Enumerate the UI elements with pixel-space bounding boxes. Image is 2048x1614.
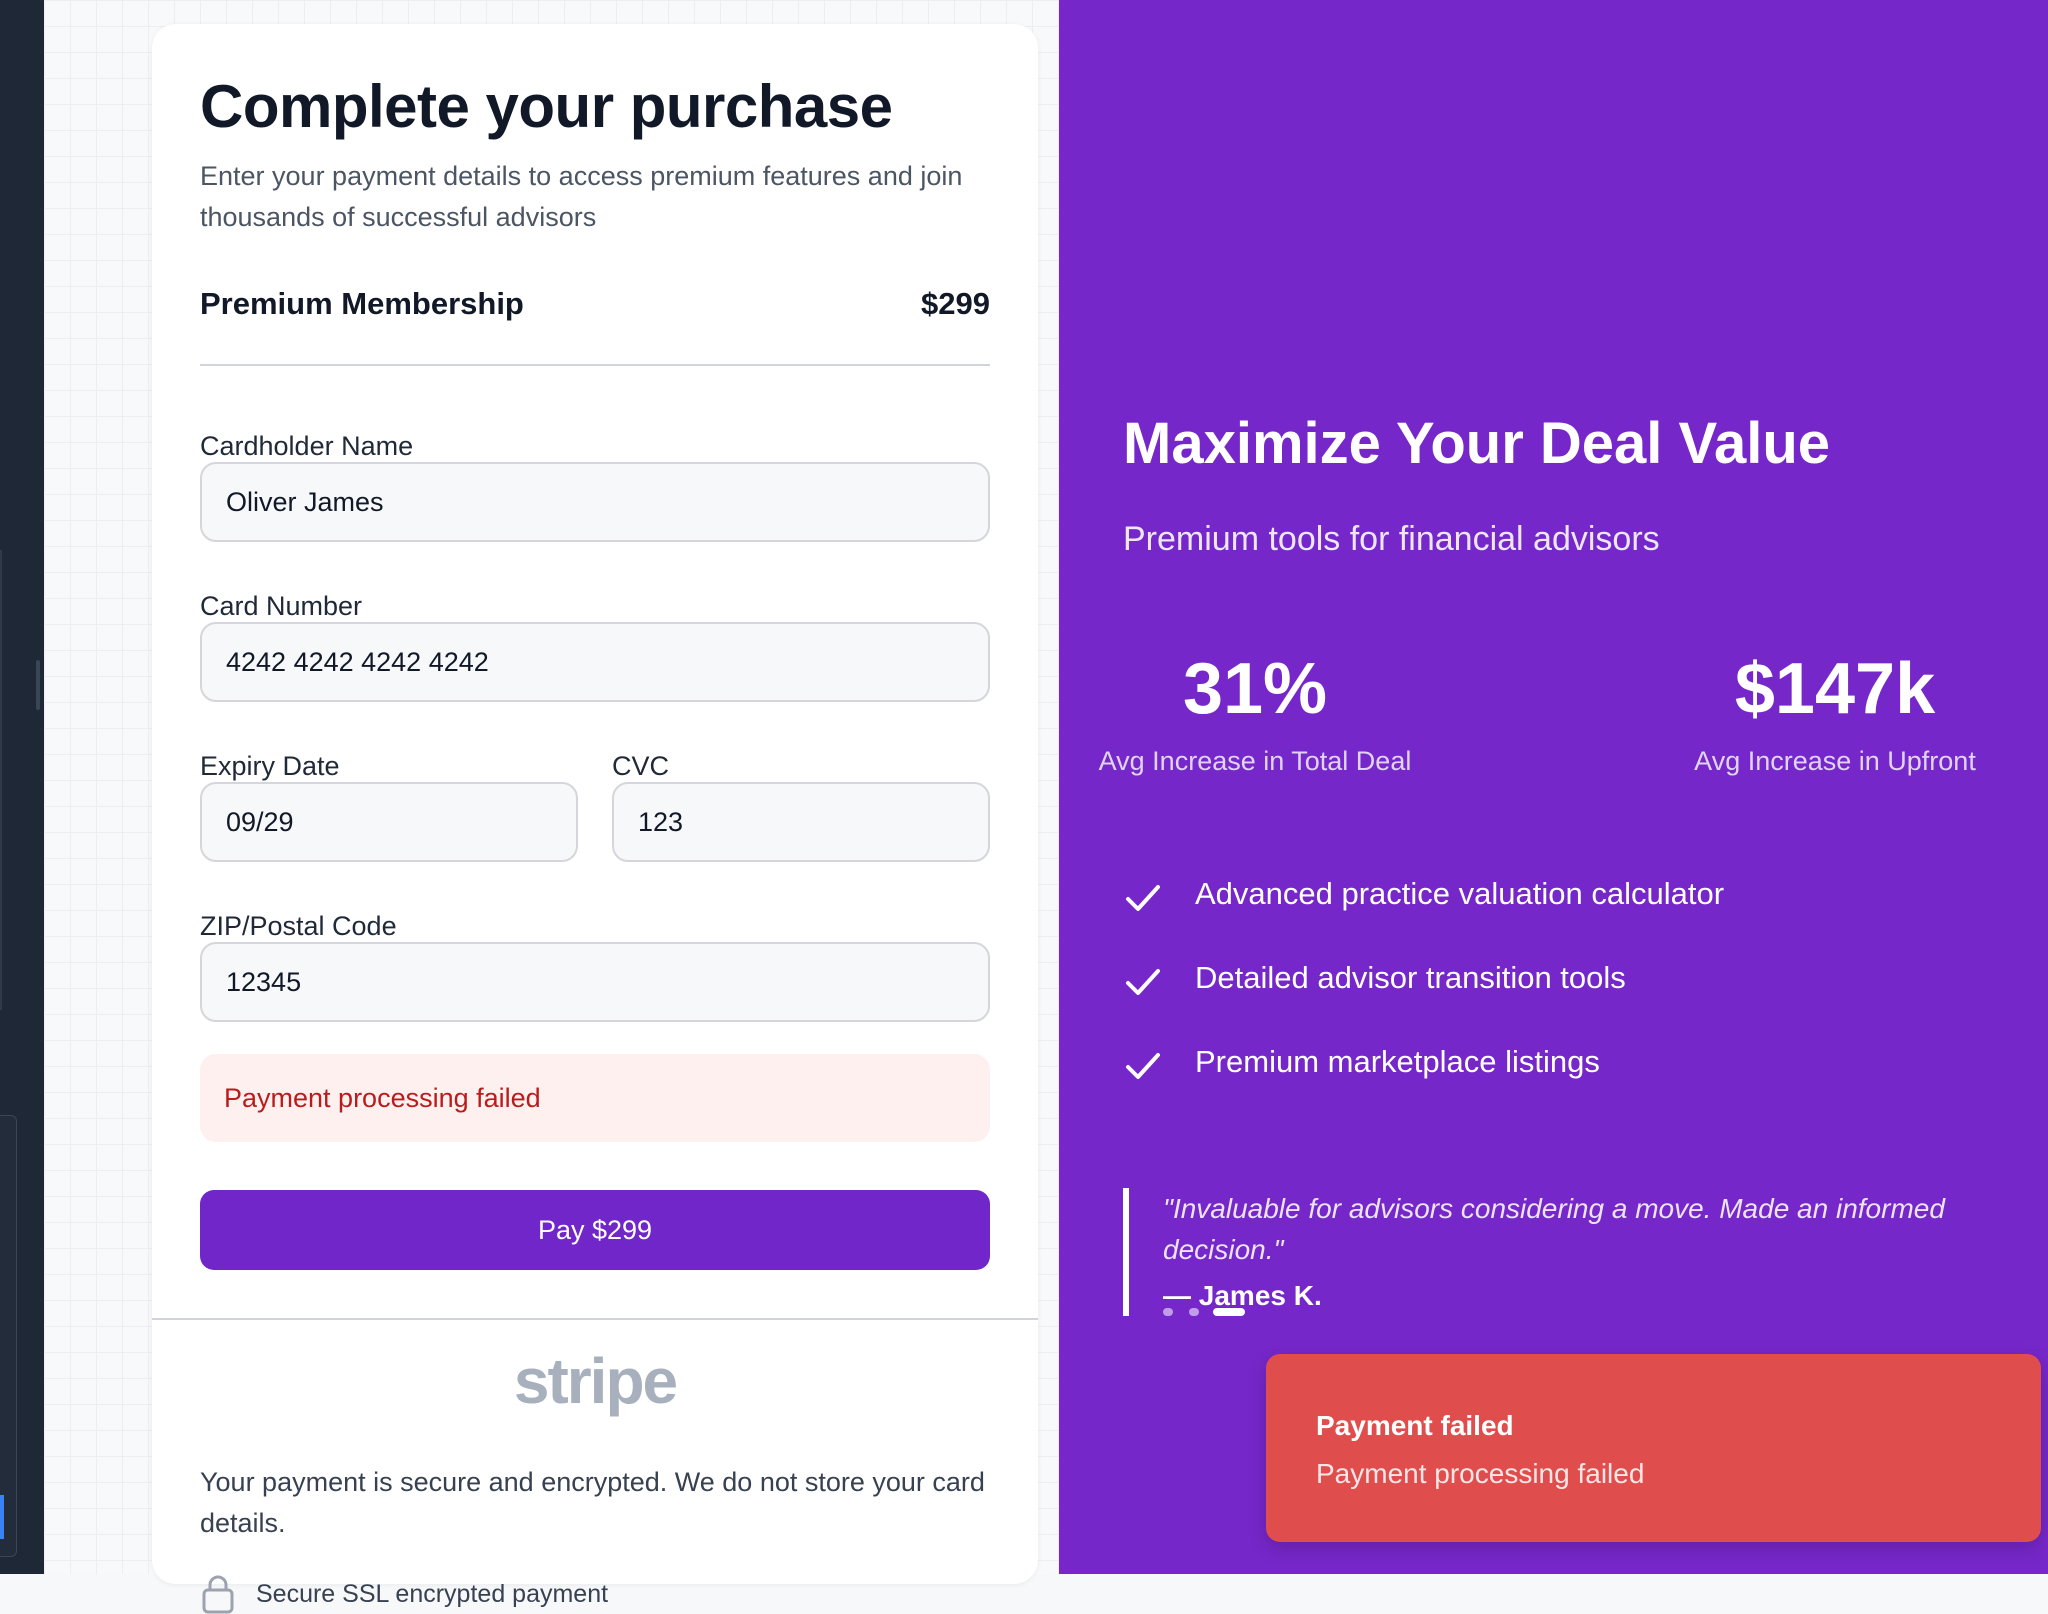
zip-code-field[interactable]: 12345 [200, 942, 990, 1022]
promo-subtitle: Premium tools for financial advisors [1123, 520, 1660, 558]
stat-value: $147k [1734, 649, 1936, 729]
expiry-date-label: Expiry Date [200, 751, 340, 781]
cardholder-name-label: Cardholder Name [200, 431, 414, 461]
footer-divider [152, 1318, 1038, 1320]
cvc-label: CVC [612, 751, 670, 781]
pagination-dot-active[interactable] [1213, 1308, 1245, 1316]
check-icon [1126, 885, 1160, 911]
resize-handle[interactable] [36, 660, 40, 710]
testimonial-quote: "Invaluable for advisors considering a m… [1163, 1193, 1945, 1265]
plan-name: Premium Membership [200, 286, 524, 321]
sidebar-divider [0, 550, 2, 1010]
stat-value: 31% [1182, 649, 1328, 729]
pay-button[interactable]: Pay $299 [200, 1190, 990, 1270]
toast-title: Payment failed [1316, 1410, 1514, 1441]
left-sidebar-strip [0, 0, 44, 1574]
check-icon [1126, 1053, 1160, 1079]
plan-price: $299 [921, 286, 990, 321]
testimonial-author: — James K. [1163, 1280, 1322, 1311]
error-message: Payment processing failed [200, 1054, 990, 1142]
secure-payment-note: Your payment is secure and encrypted. We… [200, 1467, 985, 1538]
plan-divider [200, 364, 990, 366]
lock-icon [202, 1575, 234, 1614]
sidebar-active-indicator [0, 1495, 4, 1539]
stat-total-deal: 31% Avg Increase in Total Deal [1085, 648, 1425, 777]
pagination-dot[interactable] [1189, 1308, 1199, 1316]
stat-upfront: $147k Avg Increase in Upfront [1665, 648, 2005, 777]
stripe-logo: stripe [513, 1345, 678, 1417]
page-subtitle: Enter your payment details to access pre… [200, 161, 963, 232]
pagination-dot[interactable] [1163, 1308, 1173, 1316]
check-icon [1126, 969, 1160, 995]
toast-message: Payment processing failed [1316, 1458, 1645, 1489]
plan-summary: Premium Membership $299 [200, 286, 990, 326]
checkout-background: Complete your purchase Enter your paymen… [44, 0, 1059, 1614]
card-number-field[interactable]: 4242 4242 4242 4242 [200, 622, 990, 702]
feature-text: Detailed advisor transition tools [1195, 960, 1626, 995]
zip-code-label: ZIP/Postal Code [200, 911, 397, 941]
sidebar-panel [0, 1115, 17, 1557]
testimonial-bar [1123, 1188, 1129, 1316]
ssl-notice-text: Secure SSL encrypted payment [256, 1580, 609, 1608]
card-number-label: Card Number [200, 591, 363, 621]
checkout-card: Complete your purchase Enter your paymen… [152, 24, 1038, 1614]
stat-label: Avg Increase in Upfront [1694, 746, 1976, 776]
page-title: Complete your purchase [200, 73, 893, 140]
error-toast[interactable]: Payment failed Payment processing failed [1266, 1354, 2041, 1542]
feature-text: Premium marketplace listings [1195, 1044, 1600, 1079]
promo-panel: Maximize Your Deal Value Premium tools f… [1059, 0, 2048, 1574]
feature-text: Advanced practice valuation calculator [1195, 876, 1725, 911]
expiry-date-field[interactable]: 09/29 [200, 782, 578, 862]
cardholder-name-field[interactable]: Oliver James [200, 462, 990, 542]
cvc-field[interactable]: 123 [612, 782, 990, 862]
stat-label: Avg Increase in Total Deal [1098, 746, 1412, 776]
promo-title: Maximize Your Deal Value [1123, 411, 1831, 476]
